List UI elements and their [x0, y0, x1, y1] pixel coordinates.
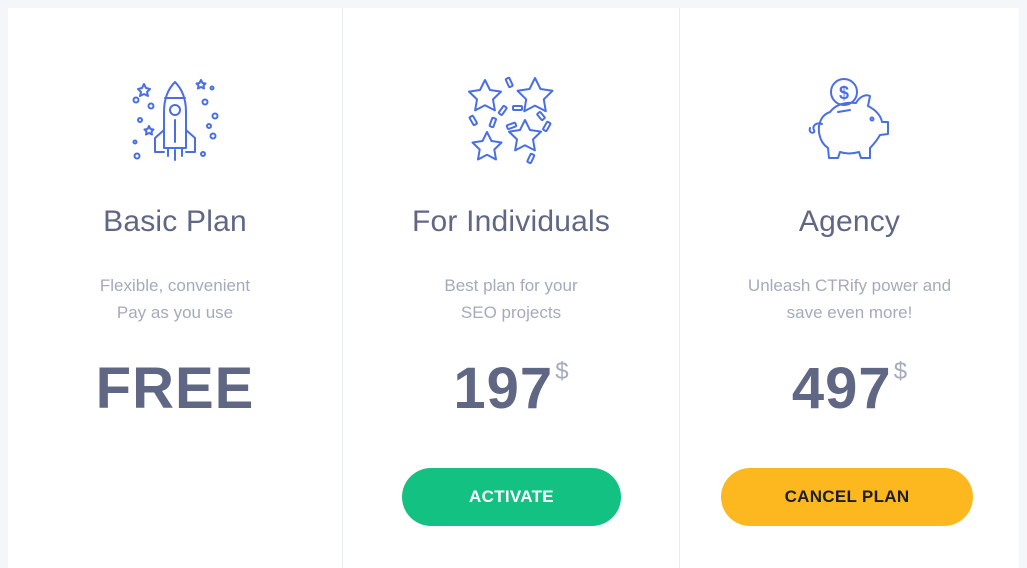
price-amount: FREE	[95, 356, 255, 421]
plan-description-line: Pay as you use	[116, 303, 234, 322]
plan-price: 197 $	[453, 354, 568, 424]
plan-description-line: Unleash CTRify power and	[747, 276, 952, 295]
price-amount: 497	[791, 356, 892, 421]
plan-title: For Individuals	[411, 205, 611, 238]
plan-description-line: Best plan for your	[444, 276, 578, 295]
plan-price: 497 $	[792, 354, 907, 424]
plan-card-basic: Basic Plan Flexible, convenient Pay as y…	[8, 8, 342, 568]
price-amount: 197	[453, 356, 554, 421]
piggy-bank-icon: $	[802, 72, 898, 168]
plan-description-line: SEO projects	[460, 303, 562, 322]
plan-title: Basic Plan	[103, 205, 247, 238]
plan-price: FREE	[96, 354, 255, 424]
price-currency: $	[893, 358, 908, 385]
plan-card-agency: $ Agency Unleash CTRify power and save e…	[679, 8, 1019, 568]
plan-description-line: save even more!	[786, 303, 913, 322]
stars-icon	[463, 72, 559, 168]
plan-title: Agency	[798, 205, 901, 238]
plan-description: Best plan for your SEO projects	[381, 272, 641, 326]
svg-text:$: $	[838, 83, 848, 103]
pricing-table: Basic Plan Flexible, convenient Pay as y…	[8, 8, 1019, 568]
plan-card-individuals: For Individuals Best plan for your SEO p…	[342, 8, 679, 568]
plan-description: Flexible, convenient Pay as you use	[45, 272, 305, 326]
price-currency: $	[555, 358, 569, 385]
rocket-icon	[127, 72, 223, 168]
activate-button[interactable]: ACTIVATE	[402, 468, 621, 526]
cancel-plan-button[interactable]: CANCEL PLAN	[721, 468, 973, 526]
plan-description-line: Flexible, convenient	[99, 276, 251, 295]
plan-description: Unleash CTRify power and save even more!	[720, 272, 980, 326]
